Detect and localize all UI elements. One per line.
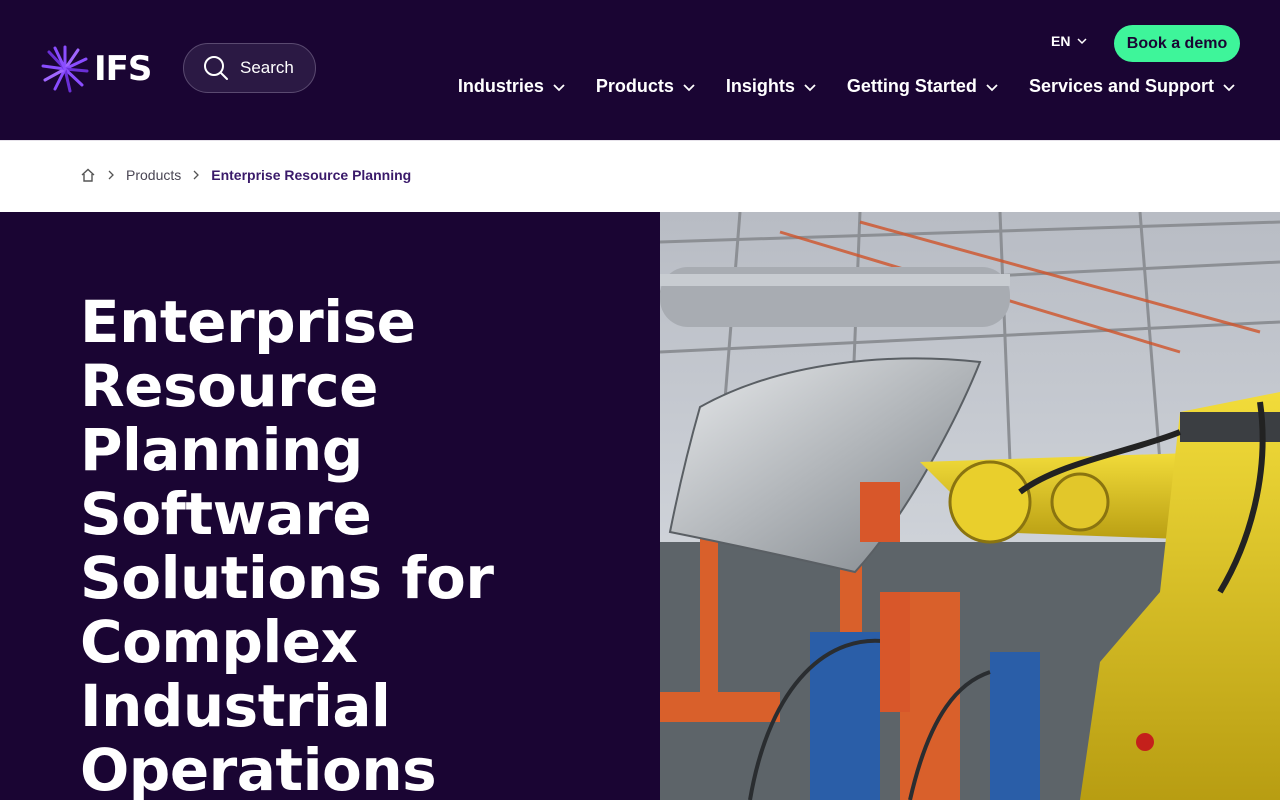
- nav-products[interactable]: Products: [596, 76, 696, 97]
- nav-services-support[interactable]: Services and Support: [1029, 76, 1236, 97]
- language-label: EN: [1051, 33, 1071, 49]
- page-title: Enterprise Resource Planning Software So…: [80, 288, 494, 800]
- industrial-robot-photo: [660, 212, 1280, 800]
- breadcrumb-products[interactable]: Products: [126, 167, 181, 183]
- nav-label: Getting Started: [846, 76, 977, 96]
- search-icon: [204, 56, 228, 80]
- nav-insights[interactable]: Insights: [726, 76, 817, 97]
- breadcrumb: Products Enterprise Resource Planning: [80, 167, 411, 183]
- hero-image: [660, 212, 1280, 800]
- nav-industries[interactable]: Industries: [458, 76, 566, 97]
- logo-text: IFS: [94, 49, 152, 89]
- nav-label: Products: [595, 76, 674, 96]
- language-selector[interactable]: EN: [1051, 33, 1088, 49]
- chevron-down-icon: [1223, 83, 1235, 91]
- ifs-starburst-icon: [41, 45, 89, 93]
- site-header: IFS Search EN Book a demo Industries Pro…: [0, 0, 1280, 140]
- main-nav: Industries Products Insights Getting Sta…: [458, 76, 1236, 97]
- search-label: Search: [240, 58, 294, 77]
- hero-section: Enterprise Resource Planning Software So…: [0, 212, 1280, 800]
- chevron-down-icon: [553, 83, 565, 91]
- nav-label: Industries: [457, 76, 544, 96]
- ifs-logo[interactable]: IFS: [40, 44, 152, 94]
- chevron-down-icon: [804, 83, 816, 91]
- chevron-down-icon: [986, 83, 998, 91]
- nav-label: Services and Support: [1028, 76, 1214, 96]
- nav-getting-started[interactable]: Getting Started: [847, 76, 999, 97]
- book-demo-button[interactable]: Book a demo: [1114, 25, 1240, 62]
- chevron-down-icon: [1077, 38, 1087, 45]
- hero-text-panel: Enterprise Resource Planning Software So…: [0, 212, 660, 800]
- chevron-down-icon: [683, 83, 695, 91]
- chevron-right-icon: [191, 170, 201, 180]
- breadcrumb-bar: Products Enterprise Resource Planning: [0, 140, 1280, 212]
- nav-label: Insights: [725, 76, 795, 96]
- chevron-right-icon: [106, 170, 116, 180]
- breadcrumb-current: Enterprise Resource Planning: [211, 167, 412, 183]
- home-icon[interactable]: [80, 167, 96, 183]
- search-button[interactable]: Search: [183, 43, 316, 93]
